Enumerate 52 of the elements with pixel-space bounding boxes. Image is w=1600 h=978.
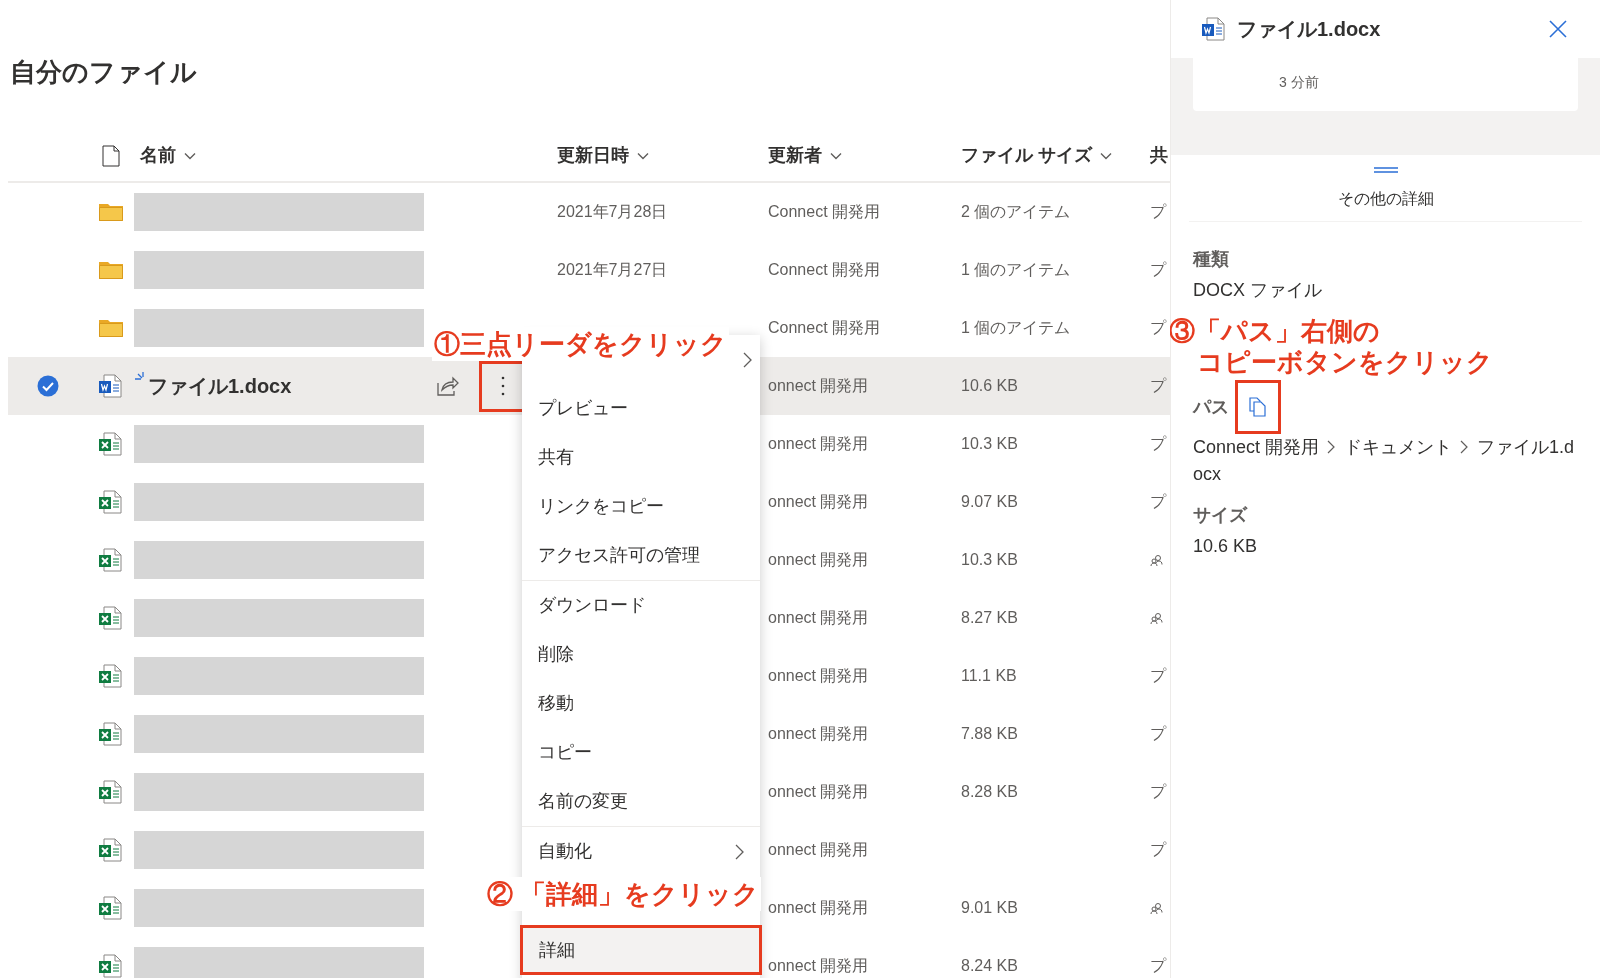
table-cell: onnect 開発用 <box>768 609 869 626</box>
table-cell: プ <box>1150 841 1166 858</box>
table-cell: 9.07 KB <box>961 493 1018 510</box>
table-cell: 1 個のアイテム <box>961 261 1071 278</box>
table-cell: 10.6 KB <box>961 377 1018 394</box>
table-cell: onnect 開発用 <box>768 783 869 800</box>
table-cell: onnect 開発用 <box>768 551 869 568</box>
table-cell: 8.28 KB <box>961 783 1018 800</box>
page-title: 自分のファイル <box>10 56 197 89</box>
table-cell: onnect 開発用 <box>768 435 869 452</box>
field-label: パス <box>1193 395 1229 419</box>
field-value: DOCX ファイル <box>1193 279 1323 302</box>
table-cell: Connect 開発用 <box>768 261 881 278</box>
table-cell: onnect 開発用 <box>768 493 869 510</box>
table-cell: プ <box>1150 957 1166 974</box>
table-cell: プ <box>1150 725 1166 742</box>
annotation-text: ③「パス」右側の コピーボタンをクリック <box>1169 316 1494 378</box>
table-cell: Connect 開発用 <box>768 319 881 336</box>
table-cell: 10.3 KB <box>961 435 1018 452</box>
field-value: 10.6 KB <box>1193 535 1259 558</box>
activity-time: 3 分前 <box>1279 74 1319 90</box>
table-cell: プ <box>1150 203 1166 220</box>
table-cell: プ <box>1150 319 1166 336</box>
field-label: サイズ <box>1193 504 1247 527</box>
table-cell: onnect 開発用 <box>768 841 869 858</box>
table-cell: onnect 開発用 <box>768 725 869 742</box>
table-cell: プ <box>1150 493 1166 510</box>
table-cell: 9.01 KB <box>961 899 1018 916</box>
annotation-text: ② 「詳細」をクリック <box>485 877 762 911</box>
field-label: 種類 <box>1193 248 1229 271</box>
table-cell: プ <box>1150 783 1166 800</box>
table-cell: プ <box>1150 435 1166 452</box>
table-cell: onnect 開発用 <box>768 377 869 394</box>
table-cell: 7.88 KB <box>961 725 1018 742</box>
table-cell: onnect 開発用 <box>768 667 869 684</box>
table-cell: 11.1 KB <box>961 667 1017 684</box>
table-cell: 8.24 KB <box>961 957 1018 974</box>
table-cell: 2021年7月27日 <box>557 261 668 278</box>
section-heading: その他の詳細 <box>1337 189 1434 209</box>
table-cell: プ <box>1150 261 1166 278</box>
table-cell: 10.3 KB <box>961 551 1018 568</box>
table-cell: 2 個のアイテム <box>961 203 1071 220</box>
path-text: Connect 開発用 ドキュメント ファイル1.docx <box>1193 436 1575 486</box>
table-cell: 8.27 KB <box>961 609 1018 626</box>
table-cell: プ <box>1150 667 1166 684</box>
table-cell: 2021年7月28日 <box>557 203 668 220</box>
panel-title: ファイル1.docx <box>1237 17 1382 42</box>
table-cell: onnect 開発用 <box>768 957 869 974</box>
table-cell: Connect 開発用 <box>768 203 881 220</box>
table-cell: プ <box>1150 377 1166 394</box>
table-cell: onnect 開発用 <box>768 899 869 916</box>
table-cell: 1 個のアイテム <box>961 319 1071 336</box>
